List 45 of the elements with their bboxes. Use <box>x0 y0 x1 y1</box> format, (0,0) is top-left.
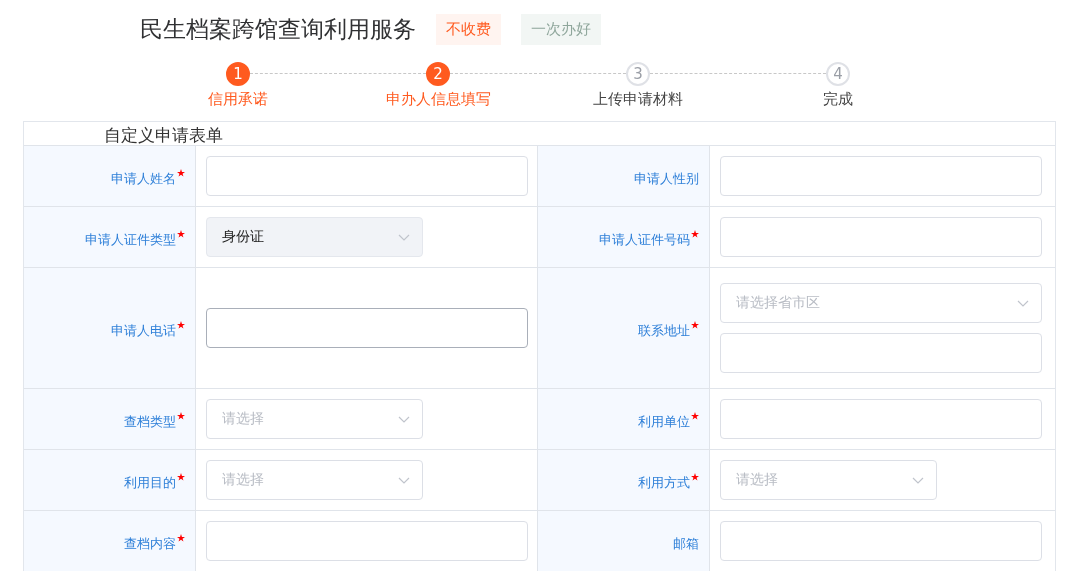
select-field[interactable]: 请选择 <box>720 460 937 500</box>
field-label: 申请人证件号码 <box>599 231 690 249</box>
field-label: 邮箱 <box>673 535 699 553</box>
step-label: 申办人信息填写 <box>385 90 491 109</box>
field-label: 查档内容 <box>124 535 176 553</box>
required-icon <box>691 473 699 481</box>
tag: 一次办好 <box>521 13 601 45</box>
tag: 不收费 <box>436 13 501 45</box>
select-field[interactable]: 身份证 <box>206 217 423 257</box>
step-number: 1 <box>226 62 250 86</box>
field-label: 利用单位 <box>638 413 690 431</box>
chevron-down-icon <box>912 476 924 484</box>
required-icon <box>177 321 185 329</box>
required-icon <box>177 473 185 481</box>
required-icon <box>691 230 699 238</box>
required-icon <box>691 321 699 329</box>
chevron-down-icon <box>398 476 410 484</box>
page-title: 民生档案跨馆查询利用服务 <box>140 14 416 44</box>
step-label: 上传申请材料 <box>593 90 683 109</box>
field-label: 利用目的 <box>124 474 176 492</box>
chevron-down-icon <box>1017 299 1029 307</box>
required-icon <box>177 534 185 542</box>
step-label: 完成 <box>823 90 853 109</box>
field-label: 联系地址 <box>638 322 690 340</box>
required-icon <box>177 230 185 238</box>
step-label: 信用承诺 <box>208 90 268 109</box>
required-icon <box>691 412 699 420</box>
select-field[interactable]: 请选择 <box>206 399 423 439</box>
field-label: 申请人姓名 <box>111 170 176 188</box>
field-label: 利用方式 <box>638 474 690 492</box>
step-number: 2 <box>426 62 450 86</box>
select-field[interactable]: 请选择 <box>206 460 423 500</box>
form-title: 自定义申请表单 <box>103 124 224 145</box>
step-number: 4 <box>826 62 850 86</box>
field-label: 查档类型 <box>124 413 176 431</box>
field-label: 申请人性别 <box>634 170 699 188</box>
field-label: 申请人证件类型 <box>85 231 176 249</box>
field-label: 申请人电话 <box>111 322 176 340</box>
required-icon <box>177 412 185 420</box>
step-number: 3 <box>626 62 650 86</box>
chevron-down-icon <box>398 415 410 423</box>
input-field[interactable] <box>206 308 528 348</box>
chevron-down-icon <box>398 233 410 241</box>
required-icon <box>177 169 185 177</box>
select-field[interactable]: 请选择省市区 <box>720 283 1042 323</box>
